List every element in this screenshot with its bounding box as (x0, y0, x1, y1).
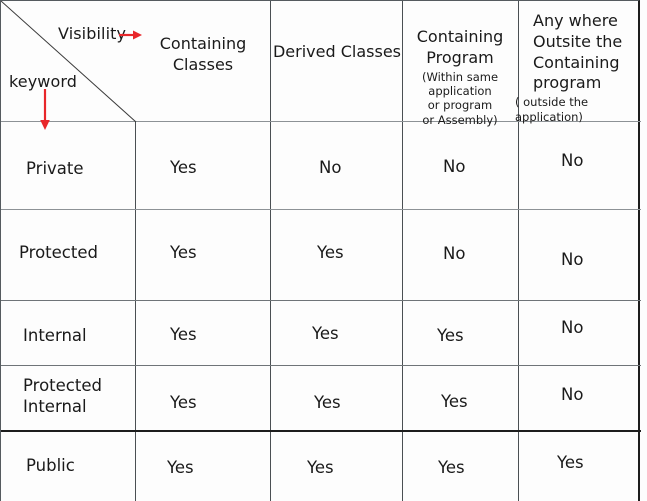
column-header-sub: (Within same application or program or A… (421, 69, 499, 127)
table-cell: Yes (170, 158, 197, 177)
column-header-containing-classes: Containing Classes (136, 34, 270, 77)
table-cell: Yes (307, 458, 334, 477)
row-label-public: Public (26, 456, 75, 475)
column-header-main: Derived Classes (272, 42, 401, 61)
corner-diagonal-line (1, 1, 137, 123)
table-cell: Yes (441, 392, 468, 411)
row-divider-2 (1, 300, 641, 301)
table-cell: Yes (557, 453, 584, 472)
table-cell: Yes (438, 458, 465, 477)
table-cell: No (561, 250, 584, 269)
table-cell: Yes (437, 326, 464, 345)
table-cell: No (443, 244, 466, 263)
column-divider-1 (135, 121, 136, 501)
table-cell: No (561, 385, 584, 404)
column-header-main: Any where Outsite the Containing program (533, 11, 623, 93)
table-cell: Yes (167, 458, 194, 477)
table-cell: No (319, 158, 342, 177)
column-header-sub: ( outside the application) (515, 95, 589, 124)
column-header-main: Containing Classes (159, 34, 247, 74)
visibility-matrix-table: Visibility keyword Containing Classes De… (0, 0, 641, 501)
row-divider-3 (1, 365, 641, 366)
row-label-internal: Internal (23, 326, 87, 345)
row-label-protected: Protected (19, 243, 98, 262)
table-cell: Yes (317, 243, 344, 262)
column-divider-2 (270, 1, 271, 501)
column-header-anywhere-outside: Any where Outsite the Containing program… (515, 11, 647, 124)
table-cell: Yes (312, 324, 339, 343)
column-header-containing-program: Containing Program (Within same applicat… (396, 27, 524, 127)
table-cell: Yes (170, 393, 197, 412)
table-cell: No (561, 151, 584, 170)
table-cell: Yes (314, 393, 341, 412)
row-label-protected-internal: Protected Internal (23, 376, 102, 417)
row-divider-4 (1, 430, 641, 432)
row-label-private: Private (26, 159, 84, 178)
table-cell: Yes (170, 325, 197, 344)
column-header-derived-classes: Derived Classes (267, 42, 407, 64)
row-divider-1 (1, 209, 641, 210)
table-cell: No (561, 318, 584, 337)
down-arrow-icon (40, 89, 50, 130)
column-axis-label: Visibility (58, 24, 127, 43)
access-modifier-table-screenshot: Visibility keyword Containing Classes De… (0, 0, 647, 501)
table-cell: Yes (170, 243, 197, 262)
table-cell: No (443, 157, 466, 176)
column-header-main: Containing Program (416, 27, 504, 67)
